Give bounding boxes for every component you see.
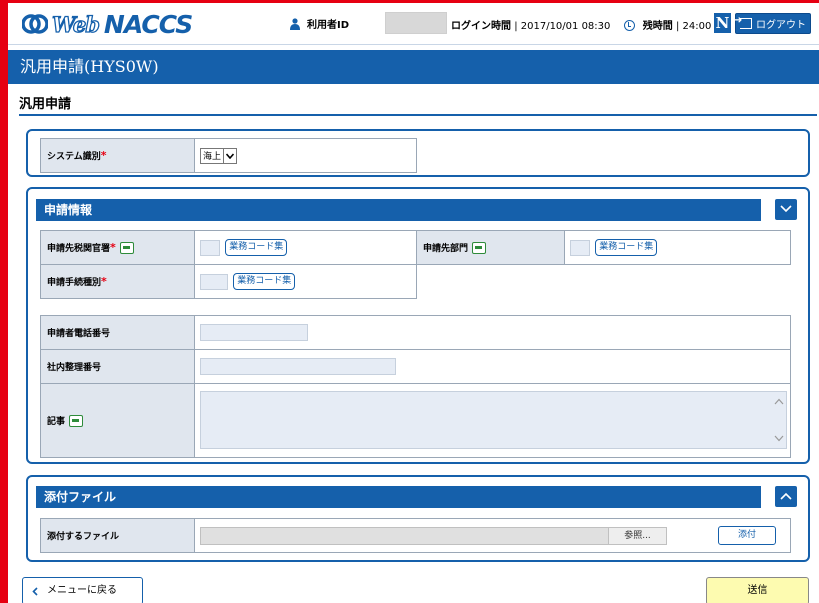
internal-number-input[interactable] [200,358,396,375]
user-id-label: 利用者ID [307,20,350,31]
logout-icon [734,15,752,29]
attachment-heading: 添付ファイル [36,486,761,508]
system-panel: システム識別* 海上 [26,129,810,177]
chevron-up-icon [774,398,784,405]
login-time-label: ログイン時間 [451,21,511,32]
file-label-cell: 添付するファイル [40,518,195,553]
department-label: 申請先部門 [423,244,469,254]
chevron-down-icon [223,148,236,163]
department-label-cell: 申請先部門 [416,230,565,265]
phone-input[interactable] [200,324,308,341]
back-to-menu-button[interactable]: メニューに戻る [22,577,143,603]
remarks-textarea[interactable] [200,391,787,449]
chat-icon[interactable] [119,242,134,254]
user-id-area: 利用者ID [290,16,349,31]
procedure-type-input[interactable] [200,273,228,290]
attach-button[interactable]: 添付 [718,526,776,545]
webnaccs-logo: Web NACCS [22,9,193,39]
empty-cell [416,264,791,299]
frame-left-border [0,0,8,603]
logo-web-text: Web [51,11,100,37]
system-select-value: 海上 [203,152,222,162]
remaining-time-label: 残時間 [642,21,673,32]
customs-office-value-cell: 業務コード集 [194,230,417,265]
expand-toggle-button[interactable] [775,486,797,507]
procedure-type-label: 申請手続種別 [47,278,102,288]
logo-swirl-icon [22,14,48,34]
remarks-value-cell [194,383,791,458]
phone-label-cell: 申請者電話番号 [40,315,195,350]
login-time-value: 2017/10/01 08:30 [520,21,611,32]
system-select[interactable]: 海上 [200,147,238,164]
file-path-field[interactable]: 参照... [200,527,667,545]
attachment-table: 添付するファイル 参照... 添付 [40,518,791,553]
procedure-type-code-button[interactable]: 業務コード集 [233,273,296,290]
remarks-label: 記事 [47,417,66,427]
system-value-cell: 海上 [194,138,417,173]
login-time-area: ログイン時間 | 2017/10/01 08:30 残時間 | 24:00 [451,17,711,32]
application-info-heading: 申請情報 [36,199,761,221]
customs-office-input[interactable] [200,239,220,256]
application-info-panel: 申請情報 申請先税関官署* 業務コード集 申請先部門 業務コード集 申請手続種別… [26,187,810,464]
remaining-time-value: 24:00 [682,21,712,32]
scrollbar[interactable] [772,392,786,448]
remarks-label-cell: 記事 [40,383,195,458]
required-mark: * [101,275,107,288]
customs-office-label-cell: 申請先税関官署* [40,230,195,265]
required-mark: * [110,241,116,254]
chat-icon[interactable] [69,415,84,427]
logout-button[interactable]: ログアウト [734,13,811,34]
page-title: 汎用申請(HYS0W) [8,50,819,84]
internal-number-label: 社内整理番号 [47,363,102,373]
internal-number-label-cell: 社内整理番号 [40,349,195,384]
user-icon [290,17,300,30]
chevron-down-icon [774,435,784,442]
department-value-cell: 業務コード集 [564,230,791,265]
user-id-value-box [385,12,447,34]
department-code-button[interactable]: 業務コード集 [595,239,658,256]
customs-office-label: 申請先税関官署 [47,244,111,254]
chevron-up-icon [780,492,792,500]
file-value-cell: 参照... 添付 [194,518,791,553]
chat-icon[interactable] [472,242,487,254]
logo-naccs-text: NACCS [103,9,193,39]
procedure-type-value-cell: 業務コード集 [194,264,417,299]
chevron-left-icon [32,587,38,596]
phone-label: 申請者電話番号 [47,329,111,339]
chevron-down-icon [780,205,792,213]
system-label-cell: システム識別* [40,138,195,173]
system-table: システム識別* 海上 [40,138,417,173]
attachment-panel: 添付ファイル 添付するファイル 参照... 添付 [26,475,810,562]
logout-label: ログアウト [756,20,806,31]
naccs-n-icon[interactable]: N [714,13,731,33]
customs-office-code-button[interactable]: 業務コード集 [225,239,288,256]
top-header: Web NACCS 利用者ID ログイン時間 | 2017/10/01 08:3… [8,3,819,45]
internal-number-value-cell [194,349,791,384]
system-label: システム識別 [47,152,101,162]
required-mark: * [100,149,107,162]
back-label: メニューに戻る [47,585,117,596]
browse-button[interactable]: 参照... [608,528,666,544]
clock-icon [623,20,635,31]
file-label: 添付するファイル [47,532,120,542]
section-title: 汎用申請 [19,97,72,112]
application-lower-table: 申請者電話番号 社内整理番号 記事 [40,315,791,458]
department-input[interactable] [570,239,590,256]
section-divider [19,114,817,116]
collapse-toggle-button[interactable] [775,199,797,220]
send-button[interactable]: 送信 [706,577,809,603]
procedure-type-label-cell: 申請手続種別* [40,264,195,299]
phone-value-cell [194,315,791,350]
application-upper-table: 申請先税関官署* 業務コード集 申請先部門 業務コード集 申請手続種別* 業務コ… [40,230,791,299]
